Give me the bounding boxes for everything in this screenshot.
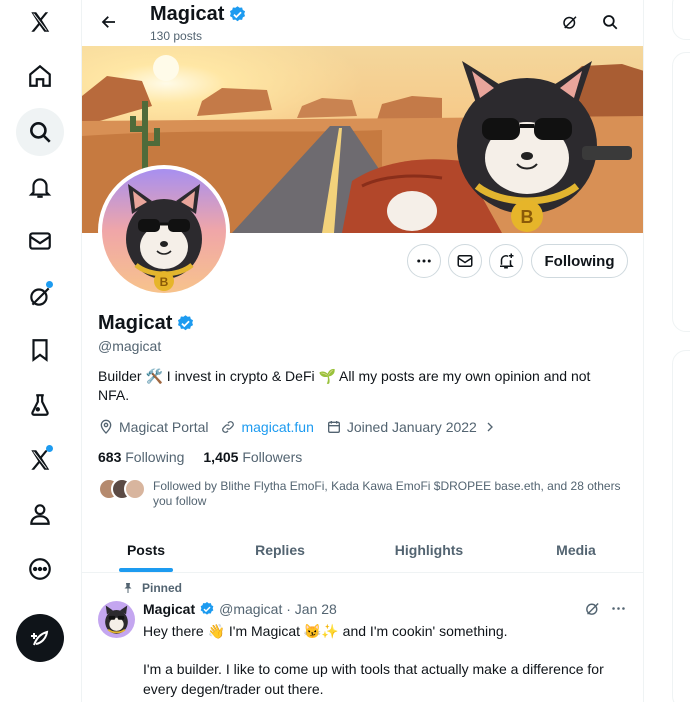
home-icon[interactable] bbox=[16, 52, 64, 100]
profile-bio: Builder 🛠️ I invest in crypto & DeFi 🌱 A… bbox=[98, 368, 591, 403]
more-icon[interactable] bbox=[16, 545, 64, 593]
profile-icon[interactable] bbox=[16, 490, 64, 538]
profile-handle: @magicat bbox=[98, 338, 162, 354]
profile-name: Magicat bbox=[98, 312, 195, 335]
x-premium-icon[interactable] bbox=[16, 436, 64, 484]
follow-counts: 683 Following 1,405 Followers bbox=[98, 449, 302, 465]
verified-badge-icon bbox=[230, 6, 246, 22]
search-icon[interactable] bbox=[16, 108, 64, 156]
pinned-label: Pinned bbox=[122, 581, 182, 595]
post-more-button[interactable] bbox=[610, 600, 627, 617]
tab-posts[interactable]: Posts bbox=[82, 527, 210, 573]
tab-replies[interactable]: Replies bbox=[210, 527, 350, 573]
chevron-right-icon bbox=[487, 422, 493, 432]
grok-icon bbox=[563, 16, 577, 29]
active-tab-indicator bbox=[119, 568, 173, 572]
website-item[interactable]: magicat.fun bbox=[220, 419, 314, 435]
tab-media[interactable]: Media bbox=[508, 527, 643, 573]
profile-avatar[interactable]: B bbox=[98, 165, 230, 297]
following-button[interactable]: Following bbox=[531, 244, 628, 278]
following-count-link[interactable]: 683 Following bbox=[98, 449, 184, 465]
verified-badge-icon[interactable] bbox=[176, 314, 195, 333]
search-box-edge[interactable] bbox=[672, 0, 690, 40]
pin-icon bbox=[124, 583, 132, 593]
post-avatar[interactable] bbox=[98, 601, 135, 638]
mail-icon bbox=[457, 255, 473, 267]
right-sidebar bbox=[672, 0, 690, 702]
calendar-icon bbox=[327, 421, 340, 433]
flask-icon[interactable] bbox=[16, 381, 64, 429]
notification-dot bbox=[46, 445, 53, 452]
avatar bbox=[124, 478, 146, 500]
notify-button[interactable] bbox=[489, 244, 523, 278]
grok-icon bbox=[586, 603, 599, 615]
joined-item[interactable]: Joined January 2022 bbox=[326, 419, 498, 435]
avatar-image: B bbox=[102, 169, 226, 293]
profile-header-bar: Magicat 130 posts bbox=[82, 0, 643, 46]
bell-plus-icon bbox=[500, 253, 514, 269]
post-body: Hey there 👋 I'm Magicat 😼✨ and I'm cooki… bbox=[143, 623, 604, 697]
premium-card-edge bbox=[672, 52, 690, 332]
ellipsis-icon bbox=[612, 607, 625, 610]
avatar-image bbox=[98, 601, 135, 638]
header-title: Magicat bbox=[150, 3, 247, 26]
x-logo-icon[interactable] bbox=[16, 0, 64, 46]
grok-analyze-button[interactable] bbox=[554, 6, 586, 38]
bookmark-icon[interactable] bbox=[16, 326, 64, 374]
post-grok-button[interactable] bbox=[584, 600, 601, 617]
tab-highlights[interactable]: Highlights bbox=[350, 527, 508, 573]
profile-column: Magicat 130 posts B B Following Magicat … bbox=[82, 0, 644, 702]
grok-icon[interactable] bbox=[16, 272, 64, 320]
svg-text:B: B bbox=[160, 275, 169, 289]
profile-meta: Magicat Portal magicat.fun Joined Januar… bbox=[98, 418, 510, 436]
more-options-button[interactable] bbox=[407, 244, 441, 278]
back-button[interactable] bbox=[92, 5, 126, 39]
link-icon bbox=[222, 421, 235, 433]
post-header: Magicat @magicat · Jan 28 bbox=[143, 601, 337, 617]
post-author[interactable]: Magicat bbox=[143, 601, 195, 617]
followers-count-link[interactable]: 1,405 Followers bbox=[203, 449, 302, 465]
compose-post-button[interactable] bbox=[16, 614, 64, 662]
location-pin-icon bbox=[100, 419, 112, 434]
post-handle-date[interactable]: @magicat · Jan 28 bbox=[219, 601, 337, 617]
website-link[interactable]: magicat.fun bbox=[241, 419, 313, 435]
arrow-left-icon bbox=[101, 16, 115, 28]
profile-tabs: Posts Replies Highlights Media bbox=[82, 527, 643, 573]
mail-icon[interactable] bbox=[16, 217, 64, 265]
ellipsis-icon bbox=[417, 259, 431, 263]
followed-by-avatars[interactable] bbox=[98, 478, 146, 500]
feather-plus-icon bbox=[31, 630, 49, 646]
notification-dot bbox=[46, 281, 53, 288]
followed-by-text[interactable]: Followed by Blithe Flytha EmoFi, Kada Ka… bbox=[153, 479, 623, 509]
trends-card-edge bbox=[672, 350, 690, 702]
bell-icon[interactable] bbox=[16, 163, 64, 211]
search-icon bbox=[603, 15, 618, 30]
message-button[interactable] bbox=[448, 244, 482, 278]
left-nav bbox=[0, 0, 82, 702]
location-item: Magicat Portal bbox=[98, 419, 208, 435]
search-profile-button[interactable] bbox=[594, 6, 626, 38]
posts-count: 130 posts bbox=[150, 29, 203, 43]
svg-text:B: B bbox=[521, 207, 534, 227]
verified-badge-icon bbox=[200, 602, 214, 615]
